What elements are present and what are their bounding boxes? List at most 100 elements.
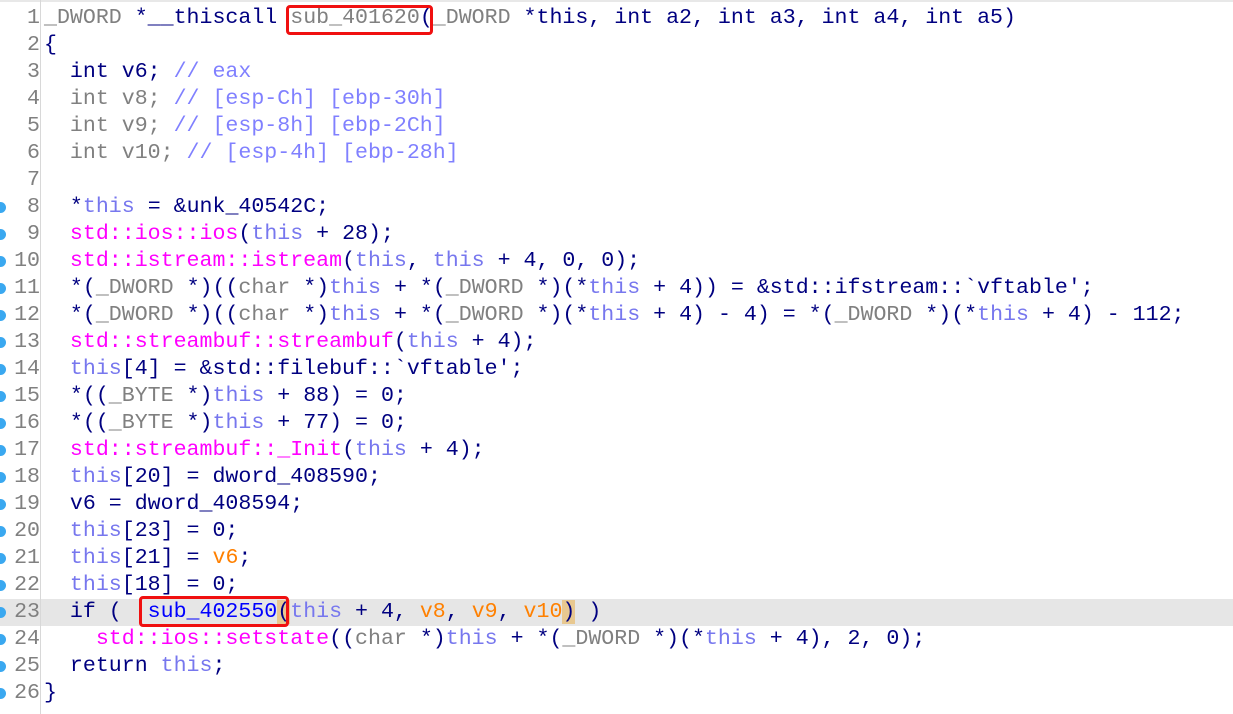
code-line[interactable]: 2{: [0, 32, 1233, 59]
code-line[interactable]: 14 this[4] = &std::filebuf::`vftable';: [0, 356, 1233, 383]
line-number: 10: [14, 249, 40, 273]
code-token: ((: [329, 627, 356, 651]
code-token: this: [704, 627, 757, 651]
code-text: this[23] = 0;: [44, 518, 238, 545]
code-line[interactable]: 16 *((_BYTE *)this + 77) = 0;: [0, 410, 1233, 437]
code-line[interactable]: 12 *(_DWORD *)((char *)this + *(_DWORD *…: [0, 302, 1233, 329]
code-text: *this = &unk_40542C;: [44, 194, 329, 221]
code-text: _DWORD *__thiscall sub_401620(_DWORD *th…: [44, 5, 1016, 32]
code-token: *)(*: [523, 276, 589, 300]
code-token: + *(: [380, 276, 446, 300]
code-token: *)((: [173, 303, 239, 327]
code-token: ;: [212, 654, 226, 678]
code-token: // [esp-4h] [ebp-28h]: [186, 141, 459, 165]
code-line[interactable]: 9 std::ios::ios(this + 28);: [0, 221, 1233, 248]
code-line[interactable]: 10 std::istream::istream(this, this + 4,…: [0, 248, 1233, 275]
code-line[interactable]: 25 return this;: [0, 653, 1233, 680]
code-token: // [esp-8h] [ebp-2Ch]: [173, 114, 446, 138]
code-token[interactable]: std::ios::setstate: [96, 627, 329, 651]
window-top-edge: [0, 0, 1233, 2]
code-token: [23] = 0;: [121, 519, 239, 543]
code-line[interactable]: 5 int v9; // [esp-8h] [ebp-2Ch]: [0, 113, 1233, 140]
code-token: int v9;: [44, 114, 174, 138]
code-token: *((: [44, 384, 109, 408]
code-text: std::istream::istream(this, this + 4, 0,…: [44, 248, 640, 275]
code-token: this: [69, 573, 122, 597]
code-token: this: [977, 303, 1029, 327]
code-token: _DWORD: [95, 276, 174, 300]
code-token[interactable]: std::istream::istream: [70, 249, 342, 273]
code-line[interactable]: 18 this[20] = dword_408590;: [0, 464, 1233, 491]
line-number: 6: [27, 141, 40, 165]
code-line[interactable]: 24 std::ios::setstate((char *)this + *(_…: [0, 626, 1233, 653]
code-token: + 4) - 112;: [1028, 303, 1185, 327]
code-token[interactable]: std::streambuf::_Init: [70, 438, 342, 462]
code-token: this: [329, 303, 381, 327]
code-line[interactable]: 4 int v8; // [esp-Ch] [ebp-30h]: [0, 86, 1233, 113]
line-number: 13: [14, 330, 40, 354]
code-line[interactable]: 3 int v6; // eax: [0, 59, 1233, 86]
code-line[interactable]: 26}: [0, 680, 1233, 707]
code-line[interactable]: 21 this[21] = v6;: [0, 545, 1233, 572]
code-token: _DWORD: [95, 303, 174, 327]
line-number: 26: [14, 681, 40, 705]
code-token: _BYTE: [108, 411, 174, 435]
code-token: + 28);: [303, 222, 394, 246]
code-token: + 4) - 4) = *(: [640, 303, 835, 327]
code-token: this: [355, 249, 407, 273]
code-token: this: [536, 6, 589, 30]
code-line[interactable]: 8 *this = &unk_40542C;: [0, 194, 1233, 221]
line-number: 19: [14, 492, 40, 516]
code-token: + 77) = 0;: [264, 411, 407, 435]
line-number: 18: [14, 465, 40, 489]
code-line[interactable]: 19 v6 = dword_408594;: [0, 491, 1233, 518]
code-line[interactable]: 1 _DWORD *__thiscall sub_401620(_DWORD *t…: [0, 5, 1233, 32]
code-text: this[20] = dword_408590;: [44, 464, 381, 491]
code-token: [4] = &std::filebuf::`vftable';: [121, 357, 524, 381]
code-token: (: [342, 438, 356, 462]
code-token: + 4);: [458, 330, 537, 354]
code-token: *): [173, 411, 213, 435]
code-line[interactable]: 15 *((_BYTE *)this + 88) = 0;: [0, 383, 1233, 410]
line-number: 24: [14, 627, 40, 651]
code-token[interactable]: std::streambuf::streambuf: [70, 330, 394, 354]
code-line[interactable]: 17 std::streambuf::_Init(this + 4);: [0, 437, 1233, 464]
code-token: this: [82, 195, 135, 219]
code-token: {: [44, 33, 57, 57]
line-number: 21: [14, 546, 40, 570]
code-token: + *(: [497, 627, 563, 651]
code-text: *((_BYTE *)this + 77) = 0;: [44, 410, 407, 437]
code-token: int v8;: [44, 87, 174, 111]
line-number: 4: [27, 87, 40, 111]
code-line[interactable]: 7: [0, 167, 1233, 194]
line-number: 7: [27, 168, 40, 192]
code-line[interactable]: 6 int v10; // [esp-4h] [ebp-28h]: [0, 140, 1233, 167]
code-token: = &unk_40542C;: [134, 195, 330, 219]
code-token: ,: [406, 249, 433, 273]
code-line[interactable]: 20 this[23] = 0;: [0, 518, 1233, 545]
code-line[interactable]: 11 *(_DWORD *)((char *)this + *(_DWORD *…: [0, 275, 1233, 302]
code-token: char: [238, 276, 291, 300]
code-line[interactable]: 13 std::streambuf::streambuf(this + 4);: [0, 329, 1233, 356]
code-line[interactable]: 22 this[18] = 0;: [0, 572, 1233, 599]
code-token: + 4)) = &std::ifstream::`vftable';: [640, 276, 1094, 300]
line-number: 15: [14, 384, 40, 408]
code-token: (: [342, 249, 356, 273]
code-token: *)(*: [523, 303, 589, 327]
code-token: v8: [419, 600, 446, 624]
code-token: _BYTE: [108, 384, 174, 408]
line-number: 2: [27, 33, 40, 57]
line-number: 22: [14, 573, 40, 597]
code-token[interactable]: std::ios::ios: [70, 222, 238, 246]
code-token: *__thiscall: [121, 6, 291, 30]
code-token: *)(*: [640, 627, 705, 651]
code-token: this: [212, 384, 265, 408]
